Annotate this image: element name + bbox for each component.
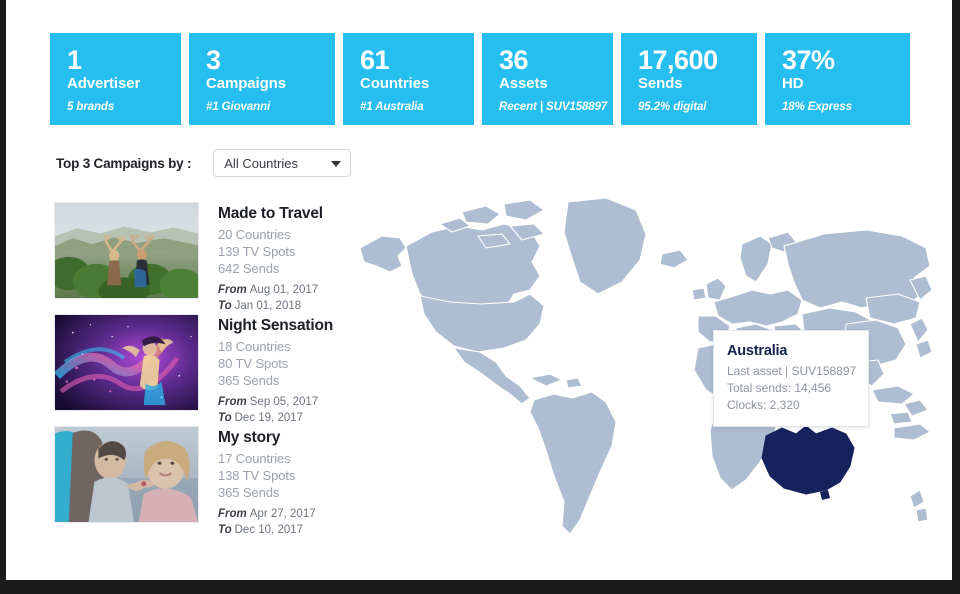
tooltip-last-asset: Last asset | SUV158897 (727, 363, 855, 380)
kpi-card-hd[interactable]: 37% HD 18% Express (765, 33, 910, 125)
campaign-tv-spots: 80 TV Spots (218, 355, 333, 372)
kpi-card-campaigns[interactable]: 3 Campaigns #1 Giovanni (189, 33, 335, 125)
campaign-tv-spots: 138 TV Spots (218, 467, 316, 484)
country-select[interactable]: All Countries (213, 149, 351, 177)
campaign-from-date: FromApr 27, 2017 (218, 506, 316, 522)
campaign-countries: 17 Countries (218, 450, 316, 467)
tooltip-title: Australia (727, 341, 855, 361)
campaign-sends: 365 Sends (218, 484, 316, 501)
filter-label: Top 3 Campaigns by : (56, 156, 191, 171)
map-tooltip: Australia Last asset | SUV158897 Total s… (713, 330, 869, 427)
kpi-value: 61 (360, 46, 457, 75)
to-value: Dec 19, 2017 (235, 412, 303, 424)
campaign-title: My story (218, 428, 316, 448)
kpi-sublabel: #1 Australia (360, 101, 424, 113)
kpi-label: Campaigns (206, 75, 318, 93)
campaign-from-date: FromSep 05, 2017 (218, 394, 333, 410)
kpi-label: Assets (499, 75, 596, 93)
from-value: Apr 27, 2017 (250, 508, 316, 520)
campaign-countries: 18 Countries (218, 338, 333, 355)
kpi-strip: 1 Advertiser 5 brands 3 Campaigns #1 Gio… (50, 33, 924, 125)
kpi-label: Sends (638, 75, 740, 93)
to-value: Dec 10, 2017 (235, 524, 303, 536)
campaign-info: My story 17 Countries 138 TV Spots 365 S… (199, 426, 316, 538)
campaign-sends: 642 Sends (218, 260, 323, 277)
campaign-info: Night Sensation 18 Countries 80 TV Spots… (199, 314, 333, 426)
from-key: From (218, 508, 247, 520)
campaign-thumbnail-family[interactable] (54, 426, 199, 523)
kpi-card-countries[interactable]: 61 Countries #1 Australia (343, 33, 474, 125)
campaign-title: Made to Travel (218, 204, 323, 224)
campaign-list: Made to Travel 20 Countries 139 TV Spots… (54, 202, 344, 538)
campaign-tv-spots: 139 TV Spots (218, 243, 323, 260)
campaign-countries: 20 Countries (218, 226, 323, 243)
dashboard-screen: 1 Advertiser 5 brands 3 Campaigns #1 Gio… (6, 0, 952, 580)
to-value: Jan 01, 2018 (235, 300, 302, 312)
from-value: Aug 01, 2017 (250, 284, 318, 296)
kpi-sublabel: 95.2% digital (638, 101, 706, 113)
to-key: To (218, 412, 232, 424)
kpi-value: 17,600 (638, 46, 740, 75)
campaign-to-date: ToDec 10, 2017 (218, 522, 316, 538)
kpi-sublabel: 5 brands (67, 101, 114, 113)
kpi-value: 36 (499, 46, 596, 75)
kpi-card-assets[interactable]: 36 Assets Recent | SUV158897 (482, 33, 613, 125)
kpi-label: HD (782, 75, 893, 93)
kpi-card-sends[interactable]: 17,600 Sends 95.2% digital (621, 33, 757, 125)
campaign-to-date: ToDec 19, 2017 (218, 410, 333, 426)
campaign-to-date: ToJan 01, 2018 (218, 298, 323, 314)
campaign-from-date: FromAug 01, 2017 (218, 282, 323, 298)
from-key: From (218, 284, 247, 296)
kpi-card-advertiser[interactable]: 1 Advertiser 5 brands (50, 33, 181, 125)
to-key: To (218, 300, 232, 312)
map-highlight-australia[interactable] (762, 426, 854, 500)
kpi-value: 3 (206, 46, 318, 75)
kpi-label: Countries (360, 75, 457, 93)
tooltip-total-sends: Total sends: 14,456 (727, 380, 855, 397)
campaign-info: Made to Travel 20 Countries 139 TV Spots… (199, 202, 323, 314)
to-key: To (218, 524, 232, 536)
kpi-value: 1 (67, 46, 164, 75)
country-select-value: All Countries (224, 156, 298, 171)
chevron-down-icon (331, 161, 341, 167)
campaign-title: Night Sensation (218, 316, 333, 336)
kpi-sublabel: 18% Express (782, 101, 852, 113)
campaign-list-item[interactable]: Made to Travel 20 Countries 139 TV Spots… (54, 202, 344, 314)
campaign-sends: 365 Sends (218, 372, 333, 389)
from-key: From (218, 396, 247, 408)
campaign-list-item[interactable]: My story 17 Countries 138 TV Spots 365 S… (54, 426, 344, 538)
campaign-thumbnail-dancer[interactable] (54, 314, 199, 411)
tooltip-clocks: Clocks: 2,320 (727, 397, 855, 414)
campaign-thumbnail-travel[interactable] (54, 202, 199, 299)
campaign-list-item[interactable]: Night Sensation 18 Countries 80 TV Spots… (54, 314, 344, 426)
device-frame: 1 Advertiser 5 brands 3 Campaigns #1 Gio… (0, 0, 960, 594)
kpi-sublabel: #1 Giovanni (206, 101, 270, 113)
filter-row: Top 3 Campaigns by : All Countries (56, 149, 351, 177)
kpi-label: Advertiser (67, 75, 164, 93)
from-value: Sep 05, 2017 (250, 396, 318, 408)
kpi-value: 37% (782, 46, 893, 75)
kpi-sublabel: Recent | SUV158897 (499, 101, 607, 113)
